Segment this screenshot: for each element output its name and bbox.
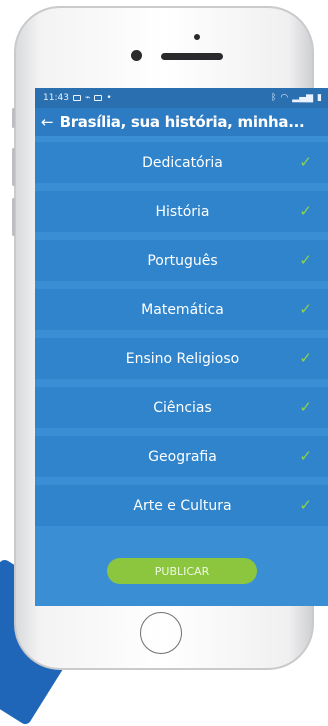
dot-icon: • (106, 93, 112, 103)
gallery-icon (72, 95, 81, 101)
status-left: 11:43 ⌁ • (43, 93, 112, 103)
wifi-icon: ◠ (280, 93, 289, 103)
list-item-label: Matemática (141, 301, 224, 318)
volume-down-button (12, 198, 15, 236)
phone-screen: 11:43 ⌁ • ᛒ ◠ ▂▄▆ ▮ ← Brasília, sua hist… (35, 88, 328, 606)
list-item-geografia[interactable]: Geografia ✓ (35, 436, 328, 477)
list-item-matematica[interactable]: Matemática ✓ (35, 289, 328, 330)
status-right: ᛒ ◠ ▂▄▆ ▮ (271, 93, 322, 103)
check-icon: ✓ (299, 201, 312, 220)
volume-up-button (12, 148, 15, 186)
check-icon: ✓ (299, 250, 312, 269)
bluetooth-icon: ᛒ (271, 93, 277, 103)
status-time: 11:43 (43, 93, 69, 103)
check-icon: ✓ (299, 152, 312, 171)
list-item-historia[interactable]: História ✓ (35, 191, 328, 232)
app-bar: ← Brasília, sua história, minha... (35, 108, 328, 136)
status-bar: 11:43 ⌁ • ᛒ ◠ ▂▄▆ ▮ (35, 88, 328, 108)
check-icon: ✓ (299, 348, 312, 367)
list-item-label: Ensino Religioso (125, 350, 240, 367)
list-item-dedicatoria[interactable]: Dedicatória ✓ (35, 142, 328, 183)
list-item-label: História (155, 203, 210, 220)
publish-button[interactable]: PUBLICAR (107, 558, 257, 584)
list-item-portugues[interactable]: Português ✓ (35, 240, 328, 281)
list-item-ciencias[interactable]: Ciências ✓ (35, 387, 328, 428)
list-item-label: Ciências (153, 399, 212, 416)
front-camera (131, 50, 142, 61)
check-icon: ✓ (299, 299, 312, 318)
check-icon: ✓ (299, 495, 312, 514)
chapter-list: Dedicatória ✓ História ✓ Português ✓ Mat… (35, 142, 328, 526)
proximity-sensor (194, 34, 200, 40)
home-button[interactable] (140, 612, 182, 654)
check-icon: ✓ (299, 446, 312, 465)
message-icon (94, 95, 103, 101)
battery-icon: ▮ (317, 93, 322, 103)
app-title: Brasília, sua história, minha... (59, 113, 305, 131)
check-icon: ✓ (299, 397, 312, 416)
list-item-ensino-religioso[interactable]: Ensino Religioso ✓ (35, 338, 328, 379)
list-item-label: Dedicatória (142, 154, 223, 171)
list-item-label: Arte e Cultura (133, 497, 232, 514)
list-item-label: Português (147, 252, 218, 269)
list-item-arte-e-cultura[interactable]: Arte e Cultura ✓ (35, 485, 328, 526)
missed-call-icon: ⌁ (84, 93, 91, 103)
earpiece-speaker (161, 53, 223, 60)
signal-icon: ▂▄▆ (292, 93, 314, 103)
mute-switch (12, 108, 15, 128)
back-arrow-icon[interactable]: ← (41, 114, 54, 130)
list-item-label: Geografia (148, 448, 217, 465)
